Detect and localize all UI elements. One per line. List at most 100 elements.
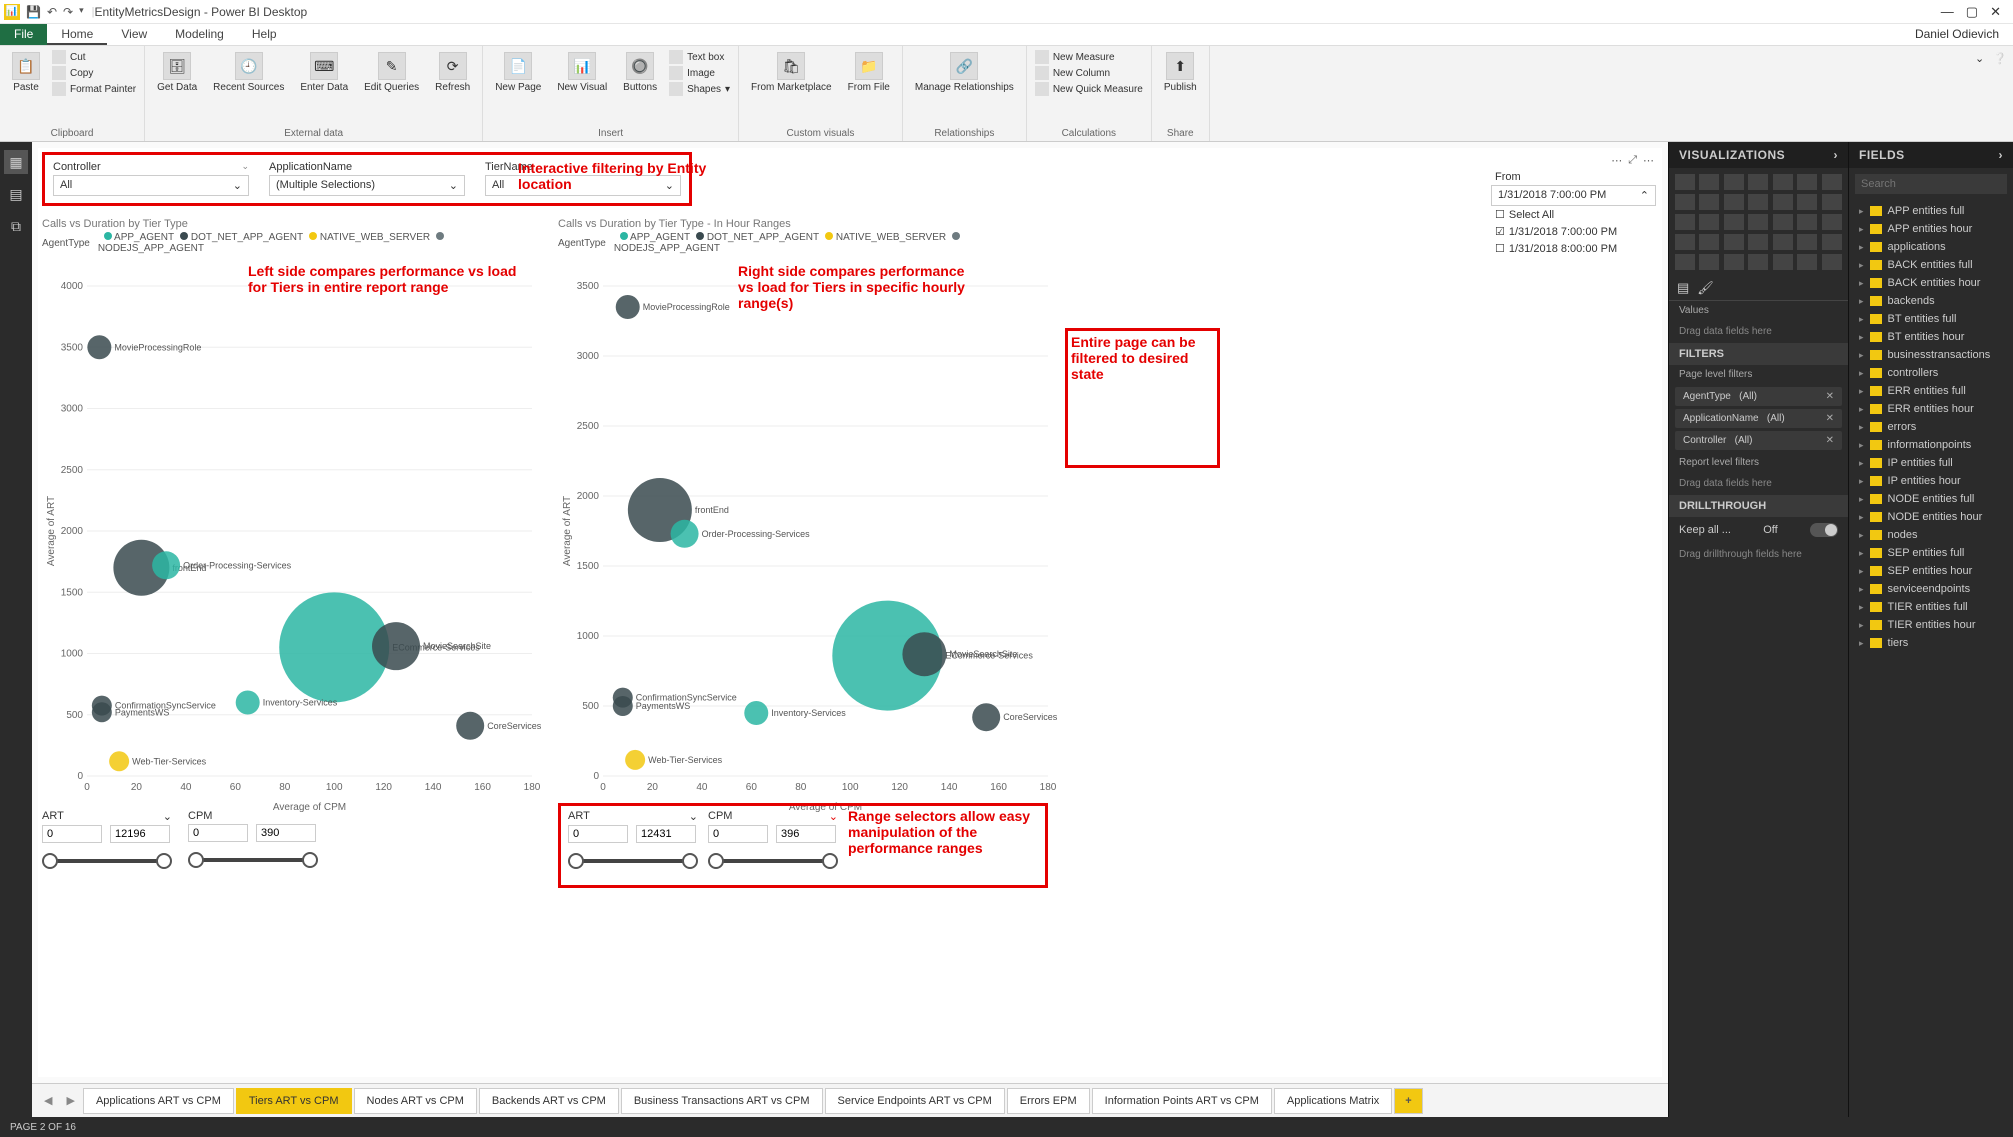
viz-type-icon[interactable]: [1797, 174, 1817, 190]
viz-type-icon[interactable]: [1773, 214, 1793, 230]
file-menu[interactable]: File: [0, 24, 47, 45]
report-filters-drop-zone[interactable]: Drag data fields here: [1669, 472, 1848, 495]
viz-type-icon[interactable]: [1822, 254, 1842, 270]
cut-button[interactable]: Cut: [52, 50, 136, 64]
paste-button[interactable]: 📋Paste: [8, 50, 44, 95]
art-max-left[interactable]: [110, 825, 170, 843]
cpm-range-left[interactable]: CPM: [188, 808, 318, 872]
qat-save-icon[interactable]: 💾: [26, 5, 41, 19]
cpm-max-right[interactable]: [776, 825, 836, 843]
buttons-button[interactable]: 🔘Buttons: [619, 50, 661, 95]
viz-type-icon[interactable]: [1724, 234, 1744, 250]
page-nav-prev[interactable]: ◀: [38, 1094, 58, 1107]
art-max-right[interactable]: [636, 825, 696, 843]
viz-type-icon[interactable]: [1675, 214, 1695, 230]
viz-type-icon[interactable]: [1748, 254, 1768, 270]
format-painter-button[interactable]: Format Painter: [52, 82, 136, 96]
viz-type-icon[interactable]: [1797, 254, 1817, 270]
field-table-item[interactable]: ▸nodes: [1849, 526, 2013, 544]
viz-type-icon[interactable]: [1773, 194, 1793, 210]
qat-redo-icon[interactable]: ↷: [63, 5, 73, 19]
field-table-item[interactable]: ▸BACK entities full: [1849, 256, 2013, 274]
tab-help[interactable]: Help: [238, 24, 291, 45]
viz-type-icon[interactable]: [1748, 174, 1768, 190]
page-tab[interactable]: Service Endpoints ART vs CPM: [825, 1088, 1005, 1114]
cpm-range-right[interactable]: CPM⌄: [708, 808, 838, 873]
viz-pane-collapse-icon[interactable]: ›: [1834, 148, 1839, 162]
fields-search-input[interactable]: [1855, 174, 2007, 194]
from-file-button[interactable]: 📁From File: [844, 50, 894, 95]
new-visual-button[interactable]: 📊New Visual: [553, 50, 611, 95]
get-data-button[interactable]: 🗄Get Data: [153, 50, 201, 95]
remove-filter-icon[interactable]: ✕: [1826, 435, 1834, 446]
cpm-min-right[interactable]: [708, 825, 768, 843]
application-slicer[interactable]: (Multiple Selections)⌄: [269, 175, 465, 196]
viz-type-icon[interactable]: [1748, 214, 1768, 230]
visual-more-icon[interactable]: ⋯: [1643, 154, 1654, 167]
recent-sources-button[interactable]: 🕘Recent Sources: [209, 50, 288, 95]
tab-modeling[interactable]: Modeling: [161, 24, 238, 45]
from-date-input[interactable]: 1/31/2018 7:00:00 PM⌃: [1491, 185, 1656, 206]
viz-type-icon[interactable]: [1675, 254, 1695, 270]
shapes-button[interactable]: Shapes ▾: [669, 82, 730, 96]
maximize-button[interactable]: ▢: [1966, 4, 1978, 20]
viz-type-icon[interactable]: [1822, 234, 1842, 250]
image-button[interactable]: Image: [669, 66, 730, 80]
cpm-max-left[interactable]: [256, 824, 316, 842]
viz-type-icon[interactable]: [1748, 234, 1768, 250]
new-page-button[interactable]: 📄New Page: [491, 50, 545, 95]
field-table-item[interactable]: ▸ERR entities hour: [1849, 400, 2013, 418]
page-filter-chip[interactable]: AgentType (All)✕: [1675, 387, 1842, 406]
controller-slicer[interactable]: All⌄: [53, 175, 249, 196]
field-table-item[interactable]: ▸SEP entities hour: [1849, 562, 2013, 580]
remove-filter-icon[interactable]: ✕: [1826, 391, 1834, 402]
viz-type-icon[interactable]: [1724, 214, 1744, 230]
page-tab[interactable]: Errors EPM: [1007, 1088, 1090, 1114]
tab-home[interactable]: Home: [47, 24, 107, 45]
page-tab[interactable]: Backends ART vs CPM: [479, 1088, 619, 1114]
field-table-item[interactable]: ▸IP entities hour: [1849, 472, 2013, 490]
from-select-all[interactable]: ☐Select All: [1491, 206, 1656, 223]
art-min-right[interactable]: [568, 825, 628, 843]
manage-relationships-button[interactable]: 🔗Manage Relationships: [911, 50, 1018, 95]
viz-type-icon[interactable]: [1724, 174, 1744, 190]
page-tab[interactable]: Nodes ART vs CPM: [354, 1088, 477, 1114]
field-table-item[interactable]: ▸TIER entities hour: [1849, 616, 2013, 634]
viz-type-icon[interactable]: [1724, 254, 1744, 270]
page-tab[interactable]: Applications Matrix: [1274, 1088, 1392, 1114]
enter-data-button[interactable]: ⌨Enter Data: [296, 50, 352, 95]
viz-type-icon[interactable]: [1773, 254, 1793, 270]
from-option-2[interactable]: ☐1/31/2018 8:00:00 PM: [1491, 240, 1656, 257]
viz-type-icon[interactable]: [1773, 174, 1793, 190]
viz-fields-tab-icon[interactable]: ▤: [1677, 280, 1689, 296]
art-range-right[interactable]: ART⌄: [568, 808, 698, 873]
ribbon-help-icon[interactable]: ❔: [1993, 53, 2007, 65]
tab-view[interactable]: View: [107, 24, 161, 45]
field-table-item[interactable]: ▸BT entities hour: [1849, 328, 2013, 346]
viz-type-icon[interactable]: [1675, 174, 1695, 190]
viz-type-icon[interactable]: [1699, 194, 1719, 210]
edit-queries-button[interactable]: ✎Edit Queries: [360, 50, 423, 95]
page-tab[interactable]: Applications ART vs CPM: [83, 1088, 234, 1114]
refresh-button[interactable]: ⟳Refresh: [431, 50, 474, 95]
new-column-button[interactable]: New Column: [1035, 66, 1143, 80]
page-nav-next[interactable]: ▶: [60, 1094, 80, 1107]
signed-in-user[interactable]: Daniel Odievich: [1901, 24, 2013, 45]
page-tab[interactable]: Tiers ART vs CPM: [236, 1088, 352, 1114]
viz-type-icon[interactable]: [1699, 254, 1719, 270]
viz-type-icon[interactable]: [1699, 234, 1719, 250]
data-view-icon[interactable]: ▤: [4, 182, 28, 206]
field-table-item[interactable]: ▸IP entities full: [1849, 454, 2013, 472]
viz-type-icon[interactable]: [1797, 214, 1817, 230]
field-table-item[interactable]: ▸controllers: [1849, 364, 2013, 382]
viz-type-icon[interactable]: [1822, 214, 1842, 230]
field-table-item[interactable]: ▸APP entities full: [1849, 202, 2013, 220]
add-page-button[interactable]: +: [1394, 1088, 1422, 1114]
visual-focus-icon[interactable]: ⤢: [1628, 154, 1637, 167]
field-table-item[interactable]: ▸businesstransactions: [1849, 346, 2013, 364]
art-min-left[interactable]: [42, 825, 102, 843]
text-box-button[interactable]: Text box: [669, 50, 730, 64]
page-filter-chip[interactable]: ApplicationName (All)✕: [1675, 409, 1842, 428]
field-table-item[interactable]: ▸NODE entities full: [1849, 490, 2013, 508]
field-table-item[interactable]: ▸backends: [1849, 292, 2013, 310]
